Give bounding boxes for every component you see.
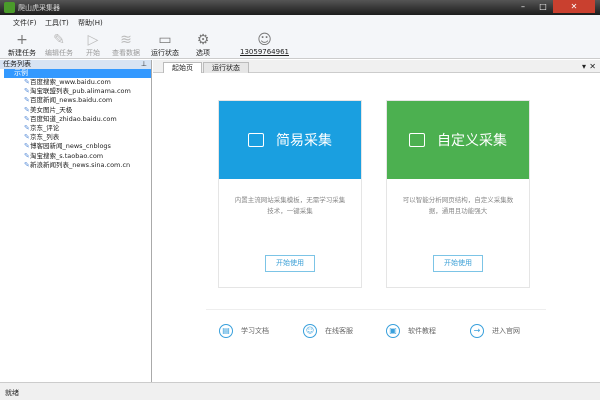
play-icon: ▷	[87, 32, 99, 48]
task-item[interactable]: ✎ 京东_列表	[0, 133, 151, 142]
task-item[interactable]: ✎ 百度新闻_news.baidu.com	[0, 96, 151, 105]
tab-dropdown-icon[interactable]: ▾	[582, 62, 586, 71]
task-icon: ✎	[24, 78, 30, 86]
simple-collect-header[interactable]: 简易采集	[219, 101, 361, 179]
task-icon: ✎	[24, 151, 30, 160]
simple-collect-title: 简易采集	[276, 133, 332, 149]
tree-root-example[interactable]: 示例	[4, 69, 151, 78]
task-item-label: 博客园新闻_news_cnblogs	[30, 142, 111, 151]
pin-icon[interactable]: ⊥	[141, 60, 147, 69]
website-label: 进入官网	[492, 327, 520, 335]
simple-collect-start-button[interactable]: 开始使用	[265, 255, 315, 272]
custom-collect-desc: 可以智能分析网页结构，自定义采集数据，通用且功能强大	[402, 196, 514, 215]
task-item[interactable]: ✎ 博客园新闻_news_cnblogs	[0, 142, 151, 151]
task-item-label: 百度搜索_www.baidu.com	[30, 78, 111, 86]
task-list-title: 任务列表	[3, 60, 31, 68]
support-label: 在线客服	[325, 327, 353, 335]
tab-bar: 起始页 运行状态 ▾ ✕	[153, 60, 600, 73]
options-label: 选项	[196, 49, 210, 57]
toolbar: + 新建任务 ✎ 编辑任务 ▷ 开始 ≋ 查看数据 ▭ 运行状态 ⚙ 选项 ☺ 1305976…	[0, 28, 600, 59]
tab-close-icon[interactable]: ✕	[589, 62, 596, 71]
task-item[interactable]: ✎ 百度搜索_www.baidu.com	[0, 78, 151, 87]
view-data-label: 查看数据	[112, 49, 140, 57]
simple-collect-card: 简易采集 内置主流网站采集模板，无需学习采集技术，一键采集 开始使用	[218, 100, 362, 288]
divider	[206, 309, 546, 310]
database-icon: ≋	[120, 32, 132, 48]
tutorial-link[interactable]: ▣ 软件教程	[386, 324, 436, 338]
edit-task-button[interactable]: ✎ 编辑任务	[45, 32, 73, 58]
task-list-header: 任务列表 ⊥	[0, 60, 151, 69]
task-item[interactable]: ✎ 百度知道_zhidao.baidu.com	[0, 115, 151, 124]
task-icon: ✎	[24, 87, 30, 96]
user-account-link[interactable]: ☺ 13059764961	[240, 32, 289, 56]
menu-file[interactable]: 文件(F)	[13, 18, 37, 28]
run-status-label: 运行状态	[151, 49, 179, 57]
custom-collect-header[interactable]: 自定义采集	[387, 101, 529, 179]
user-icon: ☺	[257, 32, 272, 48]
task-item[interactable]: ✎ 淘宝联盟列表_pub.alimama.com	[0, 87, 151, 96]
task-item-label: 京东_评论	[30, 123, 60, 132]
status-bar: 就绪	[0, 382, 600, 400]
task-icon: ✎	[24, 123, 30, 132]
run-status-button[interactable]: ▭ 运行状态	[151, 32, 179, 58]
document-icon: ▤	[219, 324, 233, 338]
task-item[interactable]: ✎ 淘宝搜索_s.taobao.com	[0, 152, 151, 161]
gear-icon: ⚙	[196, 32, 210, 48]
task-icon: ✎	[24, 142, 30, 151]
monitor-icon: ▭	[158, 32, 172, 48]
plus-icon: +	[16, 32, 28, 48]
task-icon: ✎	[24, 160, 30, 169]
task-item-label: 百度新闻_news.baidu.com	[30, 96, 113, 105]
tab-start-page[interactable]: 起始页	[163, 62, 202, 73]
custom-collect-card: 自定义采集 可以智能分析网页结构，自定义采集数据，通用且功能强大 开始使用	[386, 100, 530, 288]
menu-tools[interactable]: 工具(T)	[45, 18, 69, 28]
minimize-button[interactable]: –	[513, 0, 533, 13]
task-item[interactable]: ✎ 新浪新闻列表_news.sina.com.cn	[0, 161, 151, 170]
app-logo-icon	[4, 2, 15, 13]
simple-collect-desc: 内置主流网站采集模板，无需学习采集技术，一键采集	[234, 196, 346, 215]
task-icon: ✎	[24, 96, 30, 105]
support-link[interactable]: ☺ 在线客服	[303, 324, 353, 338]
close-button[interactable]: ✕	[553, 0, 595, 13]
task-item-label: 淘宝联盟列表_pub.alimama.com	[30, 87, 131, 96]
options-button[interactable]: ⚙ 选项	[196, 32, 210, 58]
tutorial-label: 软件教程	[408, 327, 436, 335]
task-item-label: 美女图片_天极	[30, 105, 73, 114]
task-item-label: 京东_列表	[30, 133, 60, 142]
start-button[interactable]: ▷ 开始	[86, 32, 100, 58]
docs-label: 学习文档	[241, 327, 269, 335]
task-icon: ✎	[24, 105, 30, 114]
task-icon: ✎	[24, 133, 30, 142]
new-task-button[interactable]: + 新建任务	[8, 32, 36, 58]
task-list-panel: 任务列表 ⊥ 示例 ✎ 百度搜索_www.baidu.com ✎ 淘宝联盟列表_pub.…	[0, 60, 152, 382]
book-icon: ▣	[386, 324, 400, 338]
task-item-label: 淘宝搜索_s.taobao.com	[30, 151, 104, 160]
custom-collect-start-button[interactable]: 开始使用	[433, 255, 483, 272]
arrow-right-icon: →	[470, 324, 484, 338]
new-task-label: 新建任务	[8, 49, 36, 57]
task-item[interactable]: ✎ 美女图片_天极	[0, 106, 151, 115]
user-icon: ☺	[303, 324, 317, 338]
template-icon	[248, 133, 264, 147]
user-phone: 13059764961	[240, 48, 289, 56]
task-icon: ✎	[24, 114, 30, 123]
task-item-label: 百度知道_zhidao.baidu.com	[30, 114, 117, 123]
tab-run-status[interactable]: 运行状态	[203, 62, 249, 73]
task-item-label: 新浪新闻列表_news.sina.com.cn	[30, 160, 131, 169]
task-item[interactable]: ✎ 京东_评论	[0, 124, 151, 133]
start-label: 开始	[86, 49, 100, 57]
docs-link[interactable]: ▤ 学习文档	[219, 324, 269, 338]
custom-icon	[409, 133, 425, 147]
title-bar: 爬山虎采集器 – □ ✕	[0, 0, 600, 15]
custom-collect-title: 自定义采集	[437, 133, 507, 149]
edit-task-label: 编辑任务	[45, 49, 73, 57]
website-link[interactable]: → 进入官网	[470, 324, 520, 338]
maximize-button[interactable]: □	[533, 0, 553, 13]
window-title: 爬山虎采集器	[18, 4, 60, 12]
edit-icon: ✎	[53, 32, 65, 48]
view-data-button[interactable]: ≋ 查看数据	[112, 32, 140, 58]
menu-bar: 文件(F) 工具(T) 帮助(H)	[0, 15, 600, 28]
menu-help[interactable]: 帮助(H)	[78, 18, 103, 28]
